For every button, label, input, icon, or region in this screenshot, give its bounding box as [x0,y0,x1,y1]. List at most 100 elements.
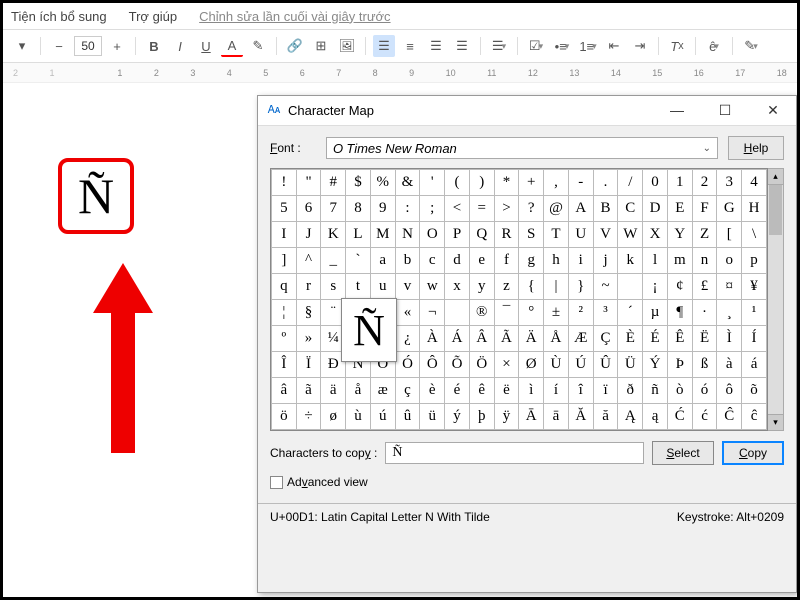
character-cell[interactable]: Ó [395,352,420,378]
character-cell[interactable]: Ô [420,352,445,378]
character-cell[interactable]: Þ [667,352,692,378]
character-cell[interactable]: Ø [519,352,544,378]
character-cell[interactable]: Õ [445,352,470,378]
character-cell[interactable]: ¦ [272,300,297,326]
font-size-input[interactable]: 50 [74,36,102,56]
character-cell[interactable]: þ [469,404,494,430]
characters-to-copy-input[interactable]: Ñ [385,442,644,464]
window-titlebar[interactable]: 🗛 Character Map — ☐ ✕ [258,96,796,126]
character-cell[interactable]: Ë [692,326,717,352]
character-cell[interactable]: Ü [618,352,643,378]
character-cell[interactable]: * [494,170,519,196]
character-cell[interactable]: Ì [717,326,742,352]
character-cell[interactable]: ¶ [667,300,692,326]
character-cell[interactable]: \ [742,222,767,248]
style-dropdown[interactable]: ▾ [11,35,33,57]
character-cell[interactable]: ĉ [742,404,767,430]
menu-help[interactable]: Trợ giúp [129,9,178,24]
character-cell[interactable]: ¥ [742,274,767,300]
minimize-button[interactable]: — [662,102,692,119]
character-cell[interactable]: Ï [296,352,321,378]
character-cell[interactable]: ê [469,378,494,404]
character-cell[interactable]: k [618,248,643,274]
font-size-increase[interactable]: + [106,35,128,57]
outdent-button[interactable]: ⇤ [603,35,625,57]
character-cell[interactable]: ç [395,378,420,404]
character-cell[interactable]: + [519,170,544,196]
character-cell[interactable]: z [494,274,519,300]
character-cell[interactable]: µ [643,300,668,326]
character-cell[interactable]: î [568,378,593,404]
character-cell[interactable]: ? [519,196,544,222]
character-cell[interactable]: Ä [519,326,544,352]
character-cell[interactable]: ô [717,378,742,404]
insert-link-button[interactable]: 🔗 [284,35,306,57]
character-cell[interactable]: i [568,248,593,274]
character-cell[interactable]: < [445,196,470,222]
character-cell[interactable] [618,274,643,300]
character-cell[interactable]: º [272,326,297,352]
character-cell[interactable]: q [272,274,297,300]
character-cell[interactable]: O [420,222,445,248]
numbered-list-button[interactable]: 1≡▾ [577,35,599,57]
italic-button[interactable]: I [169,35,191,57]
character-cell[interactable]: Ā [519,404,544,430]
character-cell[interactable]: Q [469,222,494,248]
character-cell[interactable]: ) [469,170,494,196]
character-cell[interactable]: c [420,248,445,274]
character-cell[interactable]: " [296,170,321,196]
character-cell[interactable]: U [568,222,593,248]
character-cell[interactable]: Æ [568,326,593,352]
character-cell[interactable]: ¸ [717,300,742,326]
character-cell[interactable]: x [445,274,470,300]
close-button[interactable]: ✕ [758,102,788,119]
maximize-button[interactable]: ☐ [710,102,740,119]
character-cell[interactable]: ] [272,248,297,274]
character-cell[interactable]: × [494,352,519,378]
character-cell[interactable]: ë [494,378,519,404]
character-cell[interactable]: - [568,170,593,196]
character-cell[interactable]: ā [544,404,569,430]
character-cell[interactable]: é [445,378,470,404]
character-cell[interactable]: , [544,170,569,196]
character-cell[interactable]: ' [420,170,445,196]
bulleted-list-button[interactable]: •≡▾ [551,35,573,57]
character-cell[interactable]: & [395,170,420,196]
character-cell[interactable]: C [618,196,643,222]
character-cell[interactable]: ¬ [420,300,445,326]
character-cell[interactable]: t [346,274,371,300]
character-cell[interactable]: ® [469,300,494,326]
character-cell[interactable]: È [618,326,643,352]
character-cell[interactable]: æ [370,378,395,404]
character-cell[interactable]: d [445,248,470,274]
character-cell[interactable]: Ą [618,404,643,430]
character-cell[interactable]: ö [272,404,297,430]
character-cell[interactable]: D [643,196,668,222]
character-cell[interactable]: : [395,196,420,222]
character-cell[interactable]: L [346,222,371,248]
line-spacing-button[interactable]: ☰▾ [488,35,510,57]
character-cell[interactable]: v [395,274,420,300]
character-cell[interactable]: l [643,248,668,274]
character-cell[interactable]: $ [346,170,371,196]
character-cell[interactable]: P [445,222,470,248]
character-cell[interactable]: ć [692,404,717,430]
character-cell[interactable]: ! [272,170,297,196]
character-cell[interactable]: É [643,326,668,352]
character-cell[interactable]: 4 [742,170,767,196]
character-cell[interactable]: 8 [346,196,371,222]
character-cell[interactable]: Â [469,326,494,352]
scrollbar-thumb[interactable] [769,185,782,235]
character-cell[interactable]: ² [568,300,593,326]
character-cell[interactable]: Ý [643,352,668,378]
character-cell[interactable]: ^ [296,248,321,274]
character-cell[interactable]: p [742,248,767,274]
character-cell[interactable]: Û [593,352,618,378]
insert-image-button[interactable]: 🖼 [336,35,358,57]
character-cell[interactable]: w [420,274,445,300]
align-left-button[interactable]: ☰ [373,35,395,57]
character-cell[interactable]: A [568,196,593,222]
character-cell[interactable]: ù [346,404,371,430]
character-cell[interactable]: R [494,222,519,248]
character-cell[interactable]: À [420,326,445,352]
